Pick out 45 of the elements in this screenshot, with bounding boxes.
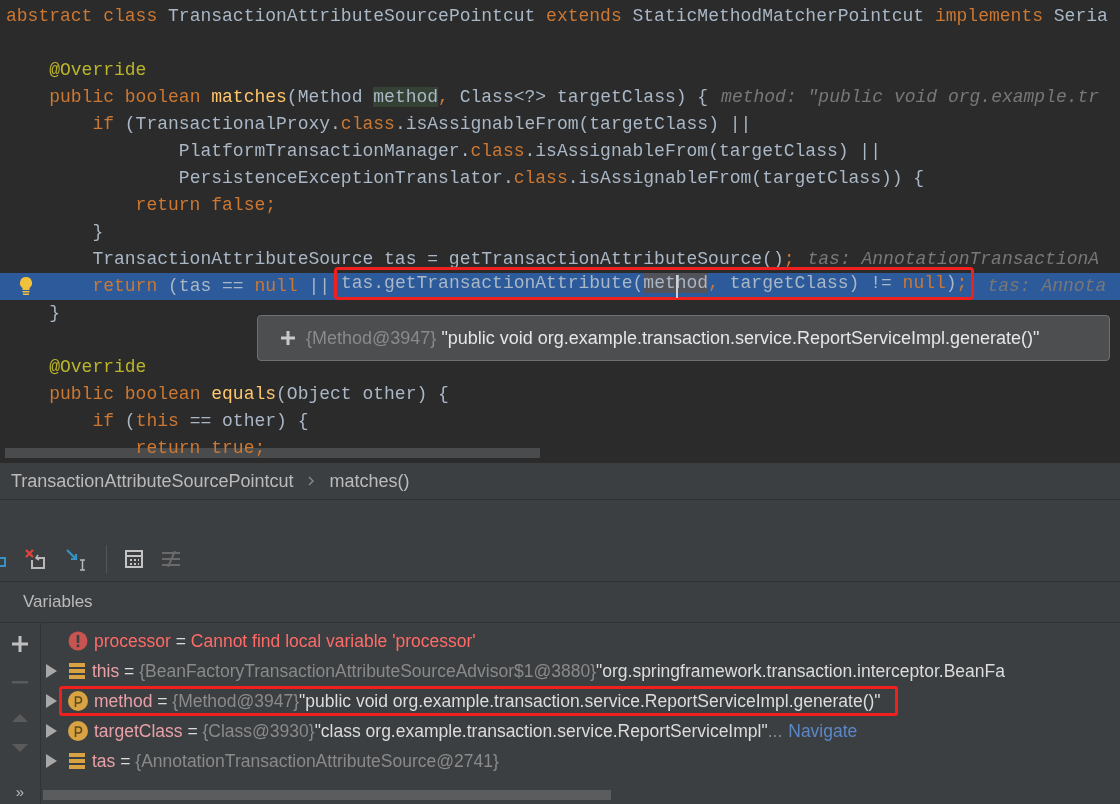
code-line: TransactionAttributeSource tas = getTransactionAttributeSource(); (92, 249, 795, 269)
variable-entry[interactable]: tas = {AnnotationTransactionAttributeSource@2741} (92, 750, 499, 772)
expand-arrow-icon[interactable] (45, 694, 57, 708)
expand-arrow-icon[interactable] (45, 724, 57, 738)
code-line: abstract class TransactionAttributeSourcePointcut extends StaticMethodMatcherPointcut implements Seria (6, 6, 1108, 26)
plus-icon[interactable] (11, 635, 29, 653)
code-editor[interactable] (0, 0, 1120, 462)
inline-value-hint: tas: Annota (987, 276, 1107, 296)
tooltip-value: {Method@3947} "public void org.example.transaction.service.ReportServiceImpl.generate()" (306, 327, 1040, 349)
code-line: } (49, 303, 60, 323)
chevron-right-icon (307, 475, 316, 487)
horizontal-scrollbar[interactable] (43, 790, 611, 800)
stacked-bars-icon (68, 752, 86, 770)
code-line: if (this == other) { (92, 411, 309, 431)
variable-entry[interactable]: targetClass = {Class@3930}"class org.example.transaction.service.ReportServiceImpl"... (94, 720, 783, 742)
parameter-icon (68, 721, 88, 741)
run-to-cursor-icon[interactable] (64, 547, 88, 571)
code-line: return false; (135, 195, 277, 215)
inline-value-hint: tas: AnnotationTransactionA (807, 249, 1100, 269)
drop-frame-icon[interactable] (24, 548, 46, 570)
code-line: if (TransactionalProxy.class.isAssignableFrom(targetClass) || (92, 114, 752, 134)
stacked-bars-icon (68, 662, 86, 680)
code-line: PlatformTransactionManager.class.isAssignableFrom(targetClass) || (178, 141, 881, 161)
table-icon[interactable] (125, 550, 143, 568)
code-line: return true; (135, 438, 266, 458)
variable-entry[interactable]: method = {Method@3947}"public void org.example.transaction.service.ReportServiceImpl.generate()" (94, 690, 881, 712)
code-line: } (92, 222, 104, 242)
variable-entry[interactable]: this = {BeanFactoryTransactionAttributeSourceAdvisor$1@3880}"org.springframework.transaction.interceptor.BeanFa (92, 660, 1005, 682)
panel-title: Variables (23, 592, 93, 612)
code-line: public boolean matches(Method method, Class<?> targetClass) { (49, 87, 709, 107)
breadcrumb-item[interactable]: TransactionAttributeSourcePointcut (11, 470, 294, 492)
expand-arrow-icon[interactable] (45, 754, 57, 768)
error-icon (68, 631, 88, 651)
lightbulb-icon[interactable] (18, 276, 34, 296)
more-button[interactable]: » (15, 783, 25, 800)
code-line: @Override (49, 60, 147, 80)
expand-arrow-icon[interactable] (45, 664, 57, 678)
code-line: @Override (49, 357, 147, 377)
inline-value-hint: method: "public void org.example.tr (721, 87, 1100, 107)
code-line: PersistenceExceptionTranslator.class.isAssignableFrom(targetClass)) { (178, 168, 925, 188)
code-line: public boolean equals(Object other) { (49, 384, 449, 404)
breadcrumb-item[interactable]: matches() (329, 470, 410, 492)
expand-plus-icon[interactable] (280, 330, 296, 346)
parameter-icon (68, 691, 88, 711)
variable-entry[interactable]: processor = Cannot find local variable 'processor' (94, 630, 476, 652)
